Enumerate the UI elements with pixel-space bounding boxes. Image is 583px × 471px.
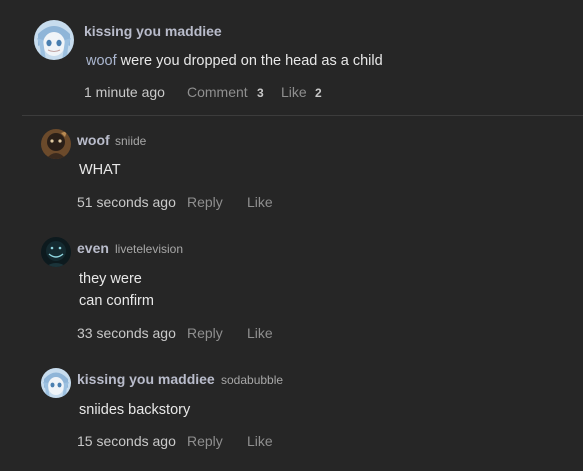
reply-button[interactable]: Reply bbox=[187, 194, 223, 210]
reply-timestamp: 51 seconds ago bbox=[77, 194, 176, 210]
reply-body-line: can confirm bbox=[79, 293, 154, 309]
user-mention[interactable]: woof bbox=[86, 53, 117, 69]
reply-handle[interactable]: sodabubble bbox=[221, 373, 283, 387]
dark-grinning-avatar-icon bbox=[41, 237, 71, 267]
reply-body: sniides backstory bbox=[79, 402, 191, 418]
reply-button[interactable]: Reply bbox=[187, 325, 223, 341]
comment-timestamp: 1 minute ago bbox=[84, 84, 165, 100]
reply-button[interactable]: Reply bbox=[187, 433, 223, 449]
reply-timestamp: 33 seconds ago bbox=[77, 325, 176, 341]
anime-avatar-icon bbox=[34, 20, 74, 60]
anime-avatar-icon bbox=[41, 368, 71, 398]
like-button[interactable]: Like bbox=[247, 325, 273, 341]
like-button[interactable]: Like bbox=[247, 433, 273, 449]
reply-body-line: they were bbox=[79, 271, 142, 287]
comment-count: 3 bbox=[257, 86, 264, 100]
reply-timestamp: 15 seconds ago bbox=[77, 433, 176, 449]
reply-author[interactable]: even bbox=[77, 240, 109, 256]
thread-divider bbox=[22, 115, 583, 116]
reply-body: WHAT bbox=[79, 162, 121, 178]
avatar[interactable] bbox=[34, 20, 74, 60]
avatar[interactable] bbox=[41, 368, 71, 398]
comment-thread: kissing you maddiee woof were you droppe… bbox=[0, 0, 583, 471]
avatar[interactable] bbox=[41, 237, 71, 267]
like-button[interactable]: Like bbox=[281, 84, 307, 100]
reply-author[interactable]: kissing you maddiee bbox=[77, 371, 215, 387]
dark-character-avatar-icon bbox=[41, 129, 71, 159]
reply-handle[interactable]: sniide bbox=[115, 134, 146, 148]
avatar[interactable] bbox=[41, 129, 71, 159]
reply-author[interactable]: woof bbox=[77, 132, 110, 148]
comment-button[interactable]: Comment bbox=[187, 84, 248, 100]
comment-text: were you dropped on the head as a child bbox=[116, 53, 383, 69]
comment-author[interactable]: kissing you maddiee bbox=[84, 23, 222, 39]
reply-handle[interactable]: livetelevision bbox=[115, 242, 183, 256]
like-button[interactable]: Like bbox=[247, 194, 273, 210]
comment-body: woof were you dropped on the head as a c… bbox=[86, 53, 383, 69]
like-count: 2 bbox=[315, 86, 322, 100]
